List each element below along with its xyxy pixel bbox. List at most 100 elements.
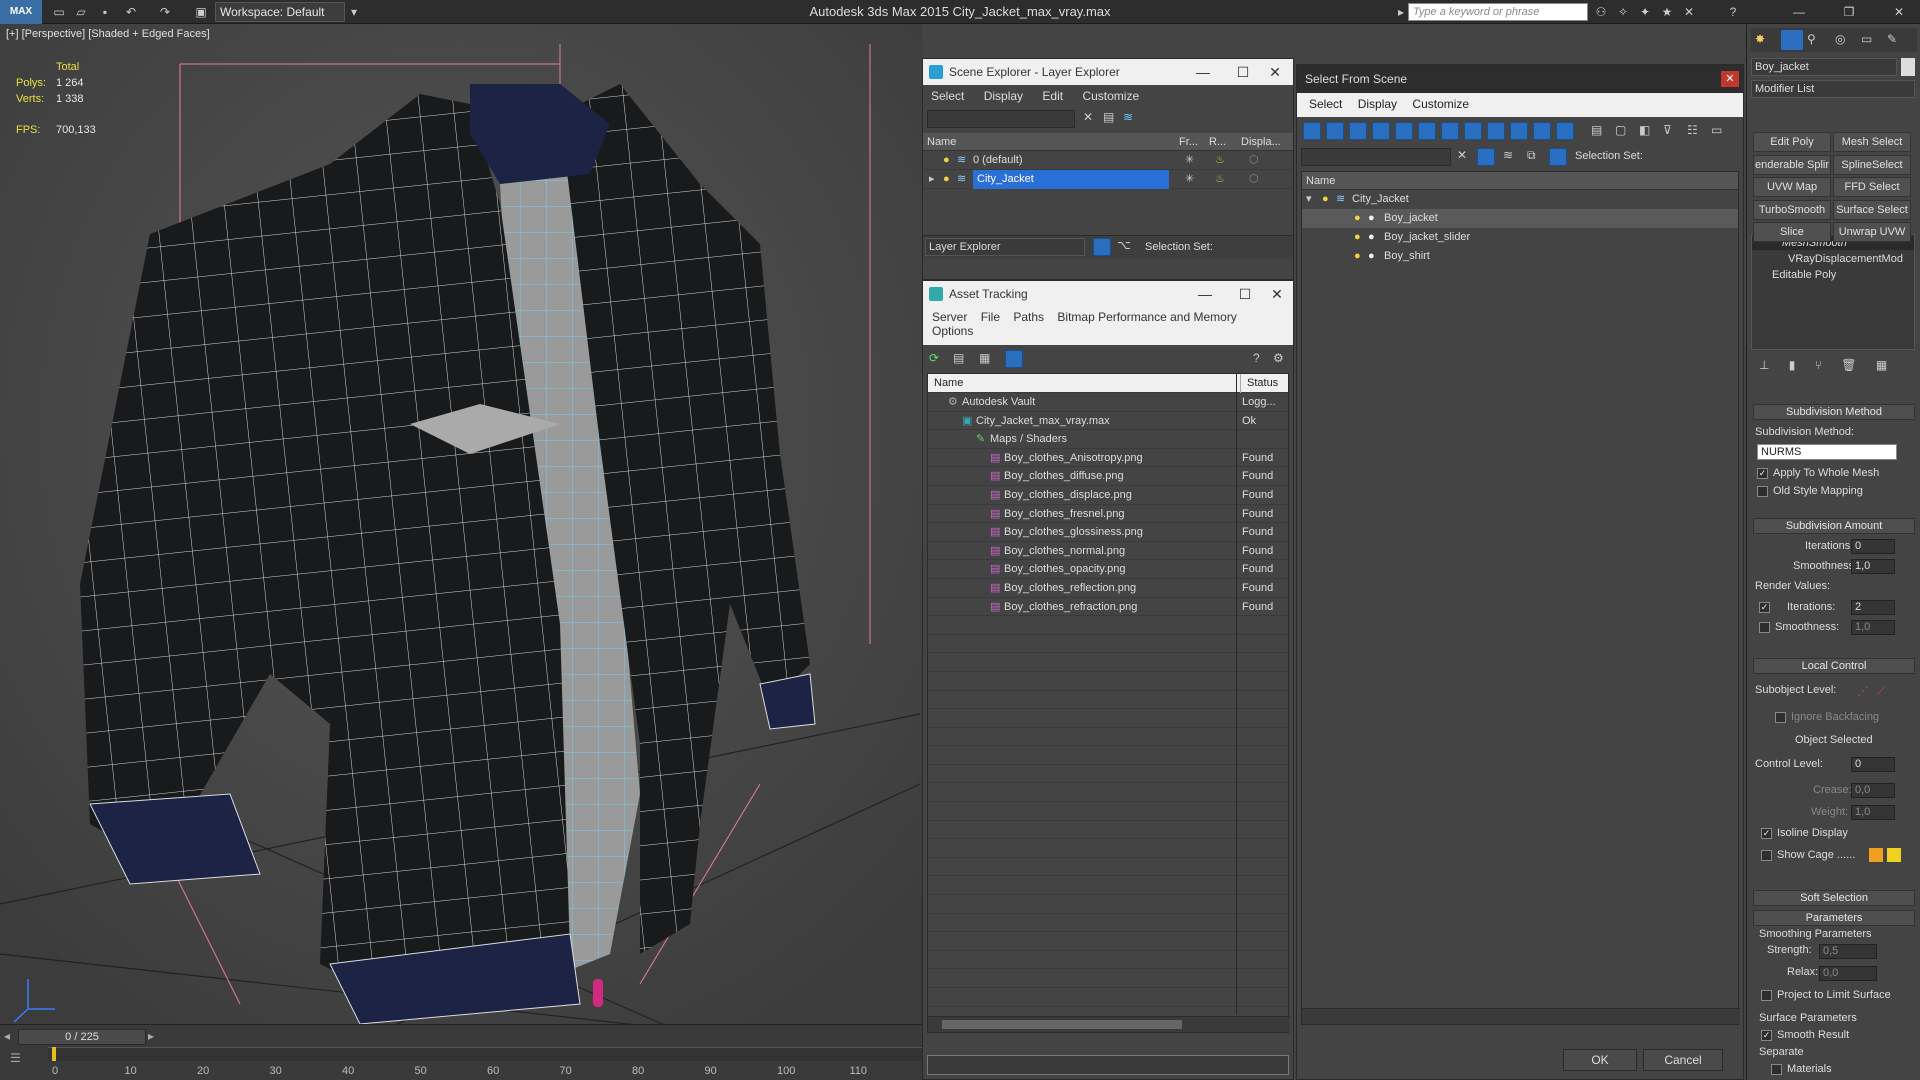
modifier-button[interactable]: FFD Select bbox=[1833, 177, 1911, 197]
weight-spinner[interactable]: 1,0 bbox=[1851, 805, 1895, 820]
menu-bitmap[interactable]: Bitmap Performance and Memory bbox=[1052, 310, 1241, 324]
render-teapot-icon[interactable]: ♨ bbox=[1215, 170, 1225, 189]
col-display[interactable]: Displa... bbox=[1241, 133, 1281, 151]
asset-row[interactable]: ▤ Boy_clothes_glossiness.png Found bbox=[928, 523, 1288, 542]
show-end-result-icon[interactable]: ▮ bbox=[1789, 358, 1796, 372]
local-control-rollout[interactable]: Local Control bbox=[1753, 658, 1915, 674]
chevron-down-icon[interactable]: ▾ bbox=[345, 3, 363, 21]
viewport-label[interactable]: [+] [Perspective] [Shaded + Edged Faces] bbox=[6, 28, 210, 40]
display-box-icon[interactable]: ⬡ bbox=[1249, 151, 1259, 170]
project-icon[interactable]: ▣ bbox=[192, 3, 210, 21]
hierarchy-view-icon[interactable]: ☷ bbox=[1687, 123, 1698, 137]
save-icon[interactable]: ▪ bbox=[96, 3, 114, 21]
thumbnail-icon[interactable]: ▦ bbox=[979, 351, 990, 365]
modifier-button[interactable]: TurboSmooth bbox=[1753, 199, 1831, 220]
cancel-button[interactable]: Cancel bbox=[1643, 1049, 1723, 1071]
materials-checkbox[interactable] bbox=[1771, 1064, 1782, 1075]
modifier-button[interactable]: Unwrap UVW bbox=[1833, 222, 1911, 242]
filter-icon[interactable]: ▤ bbox=[1103, 110, 1114, 124]
modifier-button[interactable]: Surface Select bbox=[1833, 199, 1911, 220]
object-color-swatch[interactable] bbox=[1901, 58, 1915, 76]
time-slider[interactable]: 0 / 225 bbox=[18, 1029, 146, 1045]
lightbulb-icon[interactable]: ● bbox=[1322, 190, 1329, 209]
tree-row[interactable]: ● ● Boy_jacket_slider bbox=[1302, 228, 1738, 247]
menu-display[interactable]: Display bbox=[1352, 97, 1403, 111]
signin-icon[interactable]: ✦ bbox=[1636, 3, 1654, 21]
minimize-icon[interactable]: — bbox=[1183, 59, 1223, 85]
vertex-level-icon[interactable]: ⋰ bbox=[1857, 684, 1869, 698]
col-status[interactable]: Status bbox=[1240, 374, 1278, 393]
tree-row[interactable]: ▾ ● ≋ City_Jacket bbox=[1302, 190, 1738, 209]
menu-edit[interactable]: Edit bbox=[1034, 85, 1071, 107]
asset-tracking-titlebar[interactable]: Asset Tracking — ☐ ✕ bbox=[923, 281, 1293, 307]
iterations-spinner[interactable]: 0 bbox=[1851, 539, 1895, 554]
app-logo[interactable]: MAX bbox=[0, 0, 42, 24]
show-cage-checkbox[interactable] bbox=[1761, 850, 1772, 861]
render-smoothness-spinner[interactable]: 1,0 bbox=[1851, 620, 1895, 635]
open-icon[interactable]: ▱ bbox=[72, 3, 90, 21]
stack-item-vraydisp[interactable]: VRayDisplacementMod bbox=[1752, 251, 1914, 267]
cage-color-1[interactable] bbox=[1869, 848, 1883, 862]
stack-icon[interactable]: ⧉ bbox=[1527, 148, 1536, 163]
new-icon[interactable]: ▭ bbox=[50, 3, 68, 21]
undo-icon[interactable]: ↶ bbox=[122, 3, 140, 21]
track-bar[interactable] bbox=[48, 1047, 922, 1061]
minimize-icon[interactable]: — bbox=[1790, 3, 1808, 21]
layer-row[interactable]: ▸ ● ≋ City_Jacket ✳ ♨ ⬡ bbox=[923, 170, 1293, 189]
modifier-button[interactable]: Edit Poly bbox=[1753, 132, 1831, 152]
pin-stack-icon[interactable]: ⊥ bbox=[1759, 358, 1769, 372]
clear-icon[interactable]: ✕ bbox=[1083, 110, 1093, 124]
maximize-icon[interactable]: ❐ bbox=[1840, 3, 1858, 21]
crease-spinner[interactable]: 0,0 bbox=[1851, 783, 1895, 798]
control-level-spinner[interactable]: 0 bbox=[1851, 757, 1895, 772]
render-teapot-icon[interactable]: ♨ bbox=[1215, 151, 1225, 170]
asset-row[interactable]: ▤ Boy_clothes_reflection.png Found bbox=[928, 579, 1288, 598]
search-input[interactable]: Type a keyword or phrase bbox=[1408, 3, 1588, 21]
binoculars-icon[interactable]: ⚇ bbox=[1592, 3, 1610, 21]
relax-spinner[interactable]: 0,0 bbox=[1819, 966, 1877, 981]
layer-explorer-icon[interactable] bbox=[1093, 238, 1111, 256]
lightbulb-icon[interactable]: ● bbox=[1354, 228, 1361, 247]
project-limit-checkbox[interactable] bbox=[1761, 990, 1772, 1001]
scrollbar-thumb[interactable] bbox=[942, 1020, 1182, 1029]
display-xrefs-icon[interactable] bbox=[1464, 122, 1482, 140]
hierarchy-icon[interactable]: ⌥ bbox=[1117, 238, 1131, 252]
help-icon[interactable]: ? bbox=[1724, 3, 1742, 21]
modifier-button[interactable]: UVW Map bbox=[1753, 177, 1831, 197]
filter-input[interactable] bbox=[927, 110, 1075, 128]
explorer-type-dropdown[interactable]: Layer Explorer bbox=[925, 238, 1085, 256]
menu-file[interactable]: File bbox=[976, 310, 1005, 324]
menu-customize[interactable]: Customize bbox=[1406, 97, 1475, 111]
subdivision-method-rollout[interactable]: Subdivision Method bbox=[1753, 404, 1915, 420]
next-frame-icon[interactable]: ▸ bbox=[148, 1029, 154, 1043]
create-tab-icon[interactable]: ✸ bbox=[1755, 32, 1765, 46]
display-containers-icon[interactable] bbox=[1510, 122, 1528, 140]
filter-funnel-icon[interactable]: ⊽ bbox=[1663, 123, 1672, 137]
parameters-rollout[interactable]: Parameters bbox=[1753, 910, 1915, 926]
cage-color-2[interactable] bbox=[1887, 848, 1901, 862]
redo-icon[interactable]: ↷ bbox=[156, 3, 174, 21]
hierarchy-icon[interactable] bbox=[1549, 148, 1567, 166]
horizontal-scrollbar[interactable] bbox=[1302, 1008, 1740, 1024]
tree-row[interactable]: ● ● Boy_shirt bbox=[1302, 247, 1738, 266]
lightbulb-icon[interactable]: ● bbox=[1354, 247, 1361, 266]
tools-icon[interactable]: ✧ bbox=[1614, 3, 1632, 21]
asset-row[interactable]: ▤ Boy_clothes_displace.png Found bbox=[928, 486, 1288, 505]
expand-icon[interactable]: ▸ bbox=[929, 170, 935, 189]
motion-tab-icon[interactable]: ◎ bbox=[1835, 32, 1845, 46]
select-filter-input[interactable] bbox=[1301, 148, 1451, 166]
menu-select[interactable]: Select bbox=[923, 85, 972, 107]
menu-display[interactable]: Display bbox=[976, 85, 1031, 107]
display-bones-icon[interactable] bbox=[1487, 122, 1505, 140]
asset-row[interactable]: ▣ City_Jacket_max_vray.max Ok bbox=[928, 412, 1288, 431]
workspace-dropdown[interactable]: Workspace: Default bbox=[215, 2, 345, 22]
display-spacewarps-icon[interactable] bbox=[1418, 122, 1436, 140]
display-tab-icon[interactable]: ▭ bbox=[1861, 32, 1872, 46]
clear-icon[interactable]: ✕ bbox=[1457, 148, 1467, 162]
subdivision-method-select[interactable]: NURMS bbox=[1757, 444, 1897, 460]
display-cameras-icon[interactable] bbox=[1372, 122, 1390, 140]
asset-row[interactable]: ▤ Boy_clothes_fresnel.png Found bbox=[928, 505, 1288, 524]
asset-row[interactable]: ▤ Boy_clothes_normal.png Found bbox=[928, 542, 1288, 561]
display-shapes-icon[interactable] bbox=[1326, 122, 1344, 140]
expand-icon[interactable]: ▾ bbox=[1306, 190, 1312, 209]
